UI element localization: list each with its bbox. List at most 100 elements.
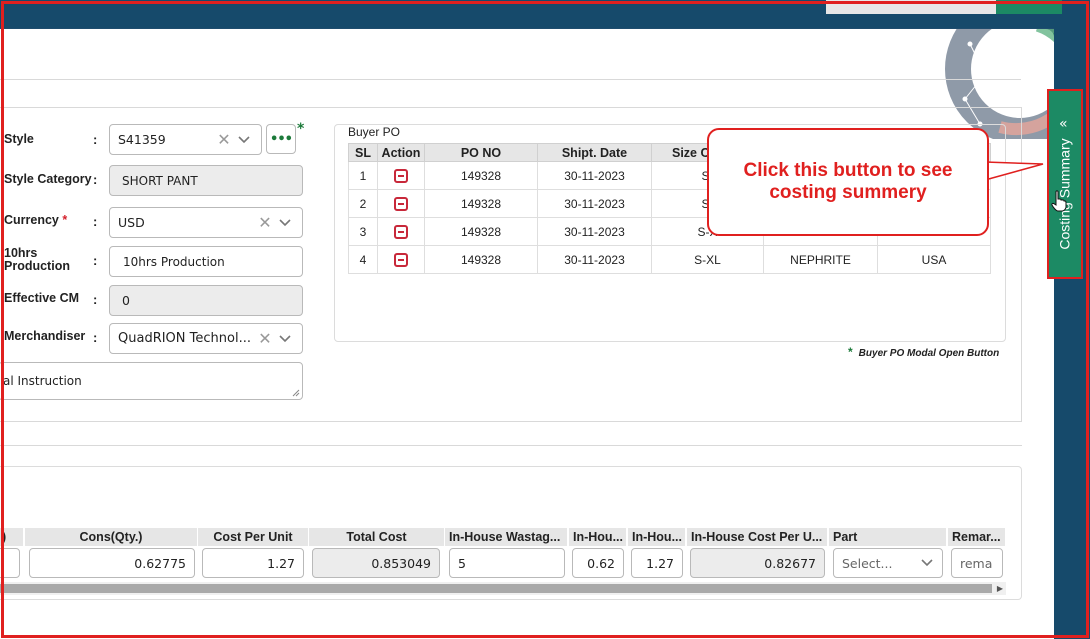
currency-label-text: Currency: [4, 213, 59, 227]
merchandiser-label: Merchandiser: [4, 329, 86, 343]
cell-action: [377, 161, 425, 190]
col-header: Cost Per Unit: [198, 528, 309, 546]
cell-date: 30-11-2023: [537, 189, 652, 218]
cell-sl: 1: [348, 161, 378, 190]
cell-sl: 3: [348, 217, 378, 246]
table-row: 4 149328 30-11-2023 S-XL NEPHRITE USA: [348, 245, 991, 274]
col-action: Action: [377, 143, 425, 162]
buyer-po-modal-button[interactable]: •••: [266, 124, 296, 154]
production-value: 10hrs Production: [123, 254, 225, 269]
cons-qty-input[interactable]: 0.62775: [29, 548, 195, 578]
merchandiser-value: QuadRION Technol...: [118, 331, 251, 346]
cell-po: 149328: [424, 161, 538, 190]
resize-handle-icon[interactable]: [292, 389, 300, 397]
inhouse-input-1[interactable]: 0.62: [572, 548, 624, 578]
cell-action: [377, 217, 425, 246]
chevron-down-icon[interactable]: [276, 214, 294, 232]
remove-icon[interactable]: [394, 168, 408, 183]
style-category-field[interactable]: SHORT PANT: [109, 165, 303, 196]
remark-input[interactable]: rema: [951, 548, 1003, 578]
cell-color: NEPHRITE: [763, 245, 878, 274]
production-input[interactable]: 10hrs Production: [109, 246, 303, 277]
cell-sl: 4: [348, 245, 378, 274]
cell-date: 30-11-2023: [537, 245, 652, 274]
currency-label: Currency *: [4, 213, 67, 227]
colon: :: [93, 214, 98, 229]
top-tab-grey: [826, 0, 996, 14]
col-sl: SL: [348, 143, 378, 162]
col-header: In-Hou...: [569, 528, 627, 546]
total-cost-field[interactable]: 0.853049: [312, 548, 440, 578]
colon: :: [93, 172, 98, 187]
col-header: Part: [829, 528, 947, 546]
instruction-textarea[interactable]: al Instruction: [0, 362, 303, 400]
clear-icon[interactable]: ✕: [213, 130, 235, 149]
note-star: *: [848, 345, 853, 359]
inhouse-cost-field[interactable]: 0.82677: [690, 548, 825, 578]
remove-icon[interactable]: [394, 196, 408, 211]
panel-border: [1021, 107, 1022, 422]
production-label: 10hrs Production: [4, 247, 70, 273]
top-tab-green: [996, 0, 1062, 14]
currency-select[interactable]: USD ✕: [109, 207, 303, 238]
col-header: Cons(Qty.): [25, 528, 198, 546]
colon: :: [93, 253, 98, 268]
decorative-globe-graphic: [940, 29, 1054, 139]
col-header: ): [0, 528, 24, 546]
part-select[interactable]: Select...: [833, 548, 943, 578]
colon: :: [93, 330, 98, 345]
cell-date: 30-11-2023: [537, 217, 652, 246]
style-label: Style: [4, 132, 34, 146]
effective-cm-value: 0: [122, 293, 130, 308]
cell-action: [377, 245, 425, 274]
style-category-value: SHORT PANT: [122, 173, 198, 188]
cell-sl: 2: [348, 189, 378, 218]
cell-size: S-XL: [651, 245, 764, 274]
divider: [0, 421, 1022, 422]
style-category-label: Style Category: [4, 172, 92, 186]
modal-star-marker: *: [297, 121, 305, 137]
colon: :: [93, 132, 98, 147]
buyer-po-title: Buyer PO: [348, 125, 401, 139]
part-placeholder: Select...: [842, 555, 893, 571]
scroll-right-icon[interactable]: ▶: [994, 582, 1006, 595]
cell-action: [377, 189, 425, 218]
cell-country: USA: [877, 245, 991, 274]
effective-cm-label: Effective CM: [4, 291, 80, 305]
col-header: In-House Cost Per U...: [687, 528, 828, 546]
col-header: Total Cost: [309, 528, 445, 546]
style-select[interactable]: S41359 ✕: [109, 124, 262, 155]
col-header: In-House Wastag...: [445, 528, 568, 546]
inhouse-input-2[interactable]: 1.27: [631, 548, 683, 578]
cost-per-unit-input[interactable]: 1.27: [202, 548, 304, 578]
clear-icon[interactable]: ✕: [254, 213, 276, 232]
clear-icon[interactable]: ✕: [254, 329, 276, 348]
chevron-down-icon[interactable]: [235, 131, 253, 149]
merchandiser-select[interactable]: QuadRION Technol... ✕: [109, 323, 303, 354]
mouse-cursor-icon: [1051, 190, 1067, 212]
wastage-input[interactable]: 5: [449, 548, 565, 578]
remove-icon[interactable]: [394, 224, 408, 239]
callout-line2: costing summery: [769, 182, 927, 203]
cell-po: 149328: [424, 245, 538, 274]
divider: [0, 79, 1021, 80]
divider: [0, 445, 1022, 446]
production-label-line2: Production: [4, 259, 70, 273]
chevron-down-icon[interactable]: [276, 330, 294, 348]
effective-cm-field[interactable]: 0: [109, 285, 303, 316]
annotation-callout: Click this button to see costing summery: [707, 128, 989, 236]
col-po-no: PO NO: [424, 143, 538, 162]
cell-date: 30-11-2023: [537, 161, 652, 190]
remove-icon[interactable]: [394, 252, 408, 267]
colon: :: [93, 292, 98, 307]
scrollbar-thumb[interactable]: [0, 584, 992, 593]
col-shipt-date: Shipt. Date: [537, 143, 652, 162]
col-header: Remar...: [948, 528, 1006, 546]
buyer-po-note: * Buyer PO Modal Open Button: [848, 345, 999, 359]
style-value: S41359: [118, 132, 166, 147]
note-text: Buyer PO Modal Open Button: [858, 348, 1000, 359]
cell-input[interactable]: [0, 548, 20, 578]
required-marker: *: [62, 213, 68, 227]
instruction-value: al Instruction: [3, 374, 82, 388]
costing-summary-label-wrap: Costing Summary: [1047, 89, 1083, 279]
